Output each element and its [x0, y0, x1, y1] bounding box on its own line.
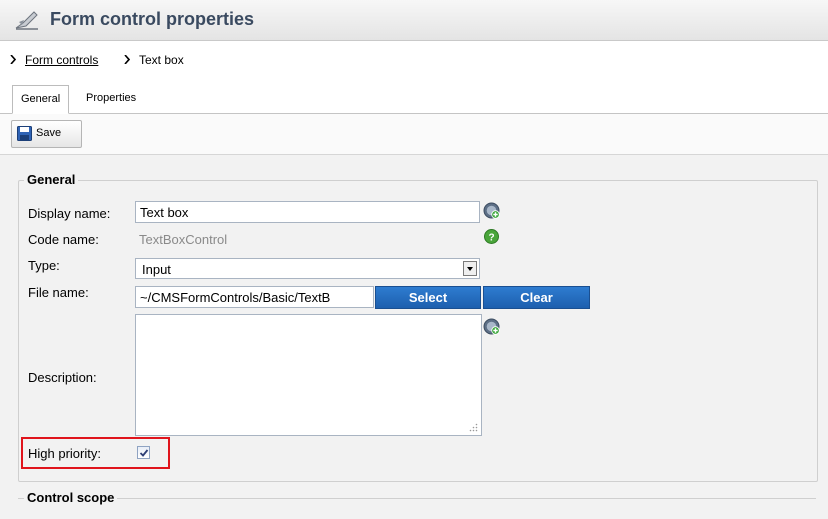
checkmark-icon: [139, 449, 149, 457]
control-scope-fieldset: [18, 498, 816, 519]
tab-properties[interactable]: Properties: [78, 85, 144, 112]
chevron-right-icon: [124, 55, 130, 64]
file-name-label: File name:: [28, 285, 89, 300]
help-icon[interactable]: ?: [484, 229, 499, 244]
breadcrumb-current: Text box: [139, 53, 184, 67]
resize-grip-icon[interactable]: [469, 423, 478, 432]
localize-icon[interactable]: [483, 318, 500, 335]
type-select-value: Input: [142, 262, 171, 277]
tab-bar: General Properties: [0, 77, 828, 114]
code-name-value: TextBoxControl: [139, 232, 228, 247]
page-header: Form control properties: [0, 0, 828, 41]
breadcrumb: Form controls Text box: [0, 41, 828, 77]
type-label: Type:: [28, 258, 60, 273]
svg-text:?: ?: [488, 232, 494, 243]
description-textarea[interactable]: [135, 314, 482, 436]
file-name-input[interactable]: [135, 286, 374, 308]
localize-icon[interactable]: [483, 202, 500, 219]
toolbar: Save: [0, 114, 828, 155]
chevron-right-icon: [10, 55, 16, 64]
display-name-label: Display name:: [28, 206, 111, 221]
type-select[interactable]: Input: [135, 258, 480, 279]
general-legend: General: [24, 172, 79, 187]
control-scope-legend: Control scope: [24, 490, 118, 505]
select-button[interactable]: Select: [375, 286, 481, 309]
dropdown-arrow-icon: [463, 261, 477, 276]
save-disk-icon: [17, 126, 32, 141]
save-button[interactable]: Save: [11, 120, 82, 148]
high-priority-label: High priority:: [28, 446, 101, 461]
display-name-input[interactable]: [135, 201, 480, 223]
high-priority-checkbox[interactable]: [137, 446, 150, 459]
description-label: Description:: [28, 370, 97, 385]
save-button-label: Save: [36, 127, 62, 139]
tab-general[interactable]: General: [12, 85, 70, 114]
clear-button[interactable]: Clear: [483, 286, 590, 309]
breadcrumb-link-form-controls[interactable]: Form controls: [25, 53, 98, 67]
form-control-icon: [15, 11, 38, 30]
code-name-label: Code name:: [28, 232, 99, 247]
page-title: Form control properties: [50, 9, 255, 29]
